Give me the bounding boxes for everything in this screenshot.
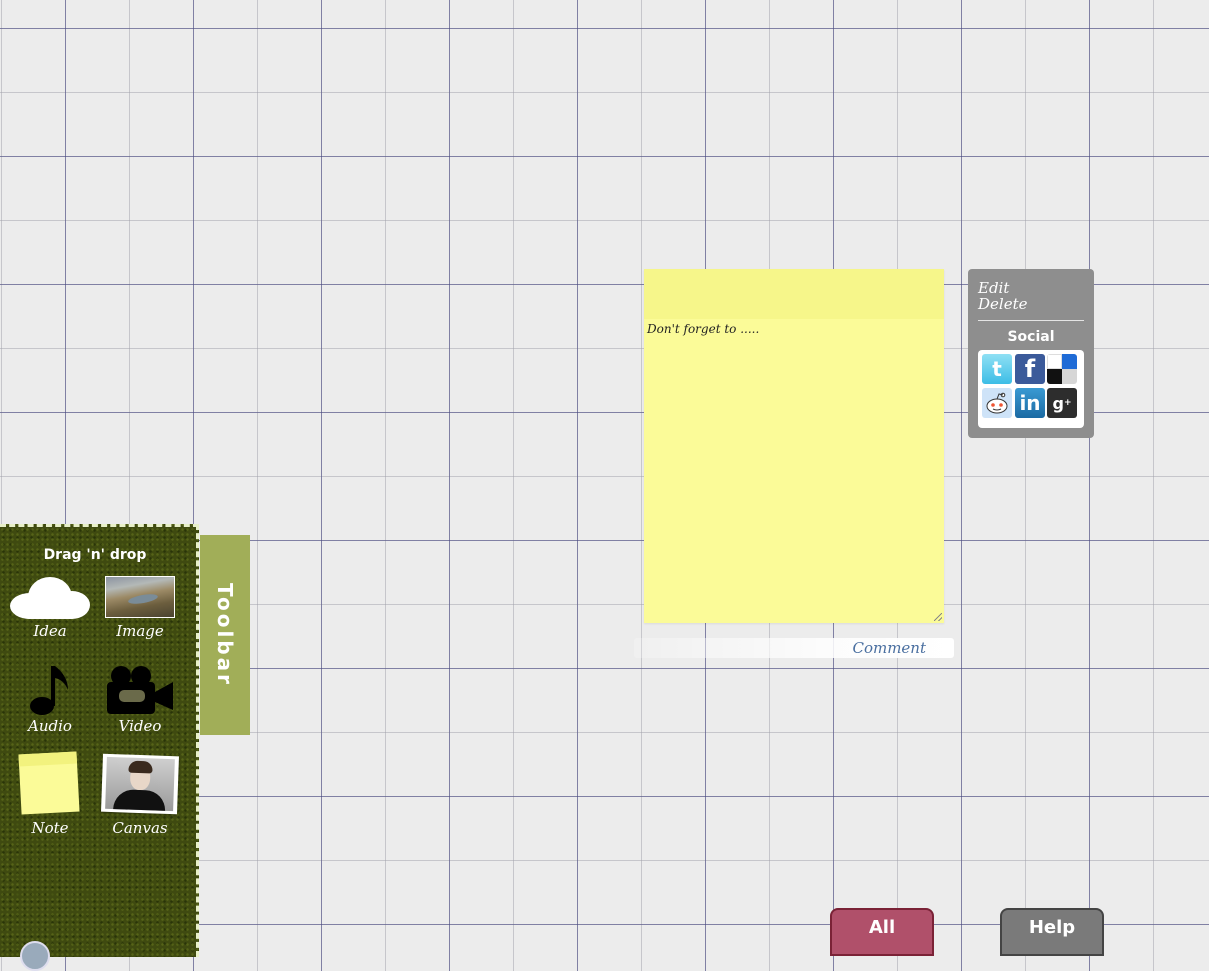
canvas-photo: [105, 756, 175, 812]
music-note-icon[interactable]: [28, 664, 74, 716]
toolbar-item-label: Audio: [28, 717, 72, 735]
linkedin-icon[interactable]: in: [1015, 388, 1045, 418]
toolbar-panel: Drag 'n' drop Idea Image Audio Video Not…: [0, 524, 199, 957]
sticky-note[interactable]: Don't forget to .....: [644, 269, 944, 623]
toolbar-item-label: Canvas: [112, 819, 168, 837]
twitter-icon[interactable]: t: [982, 354, 1012, 384]
toolbar-item-label: Note: [31, 819, 69, 837]
comment-bar[interactable]: Comment: [634, 638, 954, 658]
toolbar-toggle-tab[interactable]: Toolbar: [200, 535, 250, 735]
help-button[interactable]: Help: [1000, 908, 1104, 956]
social-share-box: t f in g +: [978, 350, 1084, 428]
all-button[interactable]: All: [830, 908, 934, 956]
toolbar-title: Drag 'n' drop: [43, 547, 147, 563]
reddit-icon[interactable]: [982, 388, 1012, 418]
video-camera-icon[interactable]: [105, 664, 175, 716]
google-plus-icon[interactable]: g +: [1047, 388, 1077, 418]
comment-link[interactable]: Comment: [852, 639, 926, 657]
delicious-icon[interactable]: [1047, 354, 1077, 384]
circle-icon[interactable]: [20, 941, 50, 971]
canvas-icon[interactable]: [101, 753, 179, 815]
toolbar-item-label: Video: [118, 717, 162, 735]
toolbar-item-label: Image: [116, 622, 164, 640]
toolbar-item-label: Idea: [33, 622, 67, 640]
delete-link[interactable]: Delete: [978, 295, 1027, 313]
sticky-note-icon[interactable]: [18, 751, 80, 815]
note-context-menu: Edit Delete Social t f in g +: [968, 269, 1094, 438]
social-title: Social: [1007, 329, 1055, 345]
facebook-icon[interactable]: f: [1015, 354, 1045, 384]
toolbar-tab-label: Toolbar: [213, 583, 237, 687]
resize-handle-icon[interactable]: [934, 613, 942, 621]
cloud-icon[interactable]: [10, 575, 90, 619]
sticky-note-header[interactable]: [644, 269, 944, 319]
divider: [978, 320, 1084, 321]
image-icon[interactable]: [105, 576, 175, 618]
sticky-note-text[interactable]: Don't forget to .....: [647, 322, 759, 336]
